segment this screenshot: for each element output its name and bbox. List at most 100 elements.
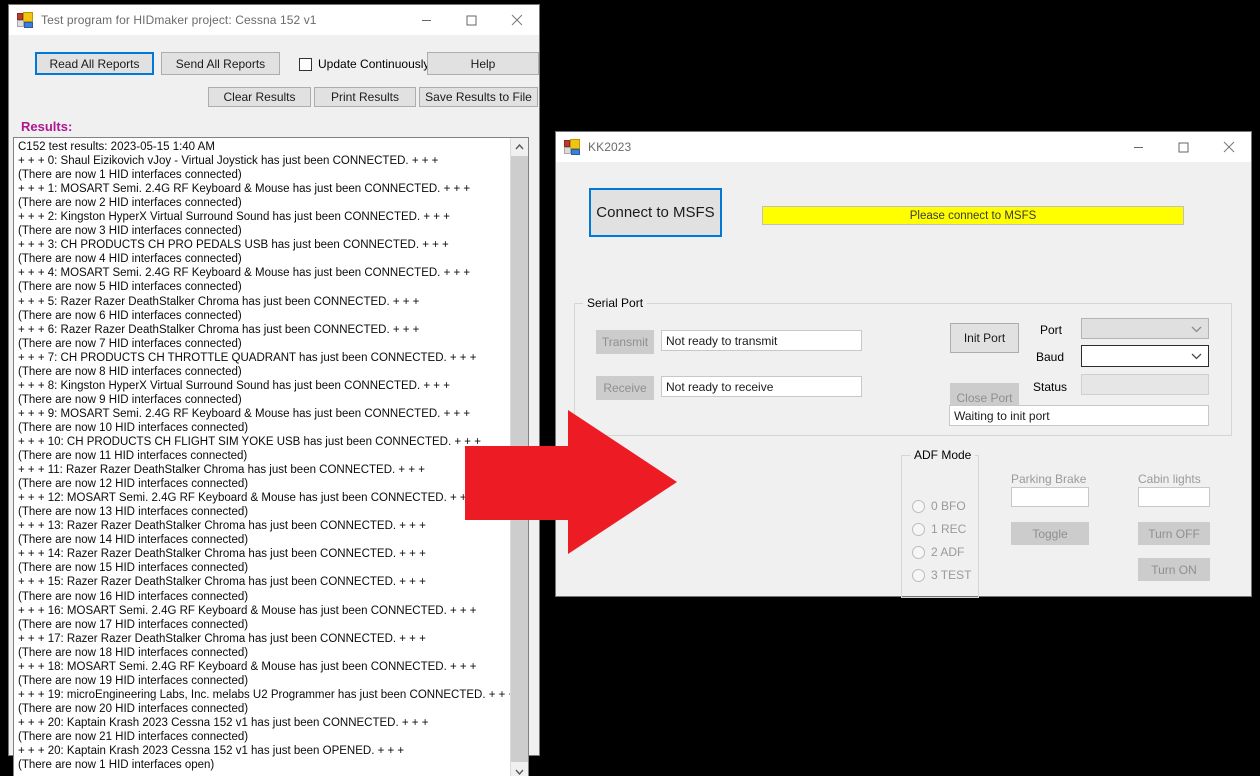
results-line: + + + 9: MOSART Semi. 2.4G RF Keyboard &… (18, 407, 471, 420)
red-right-arrow-icon (463, 406, 679, 558)
results-line: (There are now 7 HID interfaces connecte… (18, 337, 242, 350)
results-line: (There are now 21 HID interfaces connect… (18, 730, 249, 743)
results-line: + + + 13: Razer Razer DeathStalker Chrom… (18, 520, 426, 533)
adf-mode-option-3-label: 3 TEST (931, 568, 972, 582)
kk2023-window-title: KK2023 (588, 140, 632, 154)
baud-label: Baud (1036, 350, 1065, 364)
cabin-lights-turn-off-button[interactable]: Turn OFF (1138, 522, 1210, 545)
results-line: (There are now 6 HID interfaces connecte… (18, 309, 242, 322)
baud-combobox[interactable] (1081, 345, 1209, 367)
adf-mode-option-3[interactable]: 3 TEST (912, 568, 971, 582)
results-line: (There are now 1 HID interfaces open) (18, 759, 215, 772)
results-line-list: C152 test results: 2023-05-15 1:40 AM + +… (18, 140, 516, 772)
results-line: (There are now 13 HID interfaces connect… (18, 506, 249, 519)
port-combobox[interactable] (1081, 318, 1209, 339)
close-icon[interactable] (1206, 132, 1251, 162)
results-line: + + + 6: Razer Razer DeathStalker Chroma… (18, 323, 420, 336)
radio-icon[interactable] (912, 522, 925, 536)
results-line: + + + 3: CH PRODUCTS CH PRO PEDALS USB h… (18, 239, 449, 252)
results-line: + + + 19: microEngineering Labs, Inc. me… (18, 688, 516, 701)
results-line: (There are now 20 HID interfaces connect… (18, 702, 249, 715)
checkbox-box[interactable] (299, 57, 312, 71)
results-line: + + + 20: Kaptain Krash 2023 Cessna 152 … (18, 716, 429, 729)
read-all-reports-button[interactable]: Read All Reports (35, 52, 154, 75)
results-output-box[interactable]: C152 test results: 2023-05-15 1:40 AM + +… (13, 137, 529, 776)
kk2023-window-controls (1116, 132, 1251, 162)
results-line: C152 test results: 2023-05-15 1:40 AM (18, 141, 215, 153)
minimize-icon[interactable] (1116, 132, 1161, 162)
parking-brake-toggle-button[interactable]: Toggle (1011, 522, 1089, 545)
adf-mode-group-title: ADF Mode (910, 448, 976, 462)
cabin-lights-label: Cabin lights (1138, 472, 1201, 486)
chevron-down-icon (1191, 320, 1202, 338)
radio-icon[interactable] (912, 568, 925, 582)
results-line: (There are now 3 HID interfaces connecte… (18, 225, 242, 238)
results-line: + + + 12: MOSART Semi. 2.4G RF Keyboard … (18, 492, 477, 505)
results-line: + + + 15: Razer Razer DeathStalker Chrom… (18, 576, 426, 589)
results-line: (There are now 11 HID interfaces connect… (18, 450, 248, 463)
init-port-button[interactable]: Init Port (950, 323, 1019, 353)
main-window-client: Read All Reports Send All Reports Update… (9, 35, 539, 776)
port-state-field: Waiting to init port (949, 405, 1209, 426)
cabin-lights-turn-on-button[interactable]: Turn ON (1138, 558, 1210, 581)
adf-mode-group: ADF Mode 0 BFO 1 REC 2 ADF 3 TEST (901, 448, 979, 598)
results-line: (There are now 9 HID interfaces connecte… (18, 393, 242, 406)
update-continuously-checkbox[interactable]: Update Continuously (299, 57, 429, 71)
main-window-controls (404, 5, 539, 35)
kk2023-titlebar[interactable]: KK2023 (556, 132, 1251, 162)
port-label: Port (1040, 323, 1063, 337)
cabin-lights-field (1138, 487, 1210, 507)
results-line: + + + 14: Razer Razer DeathStalker Chrom… (18, 548, 426, 561)
adf-mode-option-0[interactable]: 0 BFO (912, 499, 966, 513)
results-line: + + + 11: Razer Razer DeathStalker Chrom… (18, 464, 425, 477)
help-button[interactable]: Help (427, 52, 539, 75)
results-line: (There are now 14 HID interfaces connect… (18, 534, 249, 547)
results-line: + + + 5: Razer Razer DeathStalker Chroma… (18, 295, 420, 308)
radio-icon[interactable] (912, 545, 925, 559)
results-line: + + + 2: Kingston HyperX Virtual Surroun… (18, 211, 450, 224)
hidmaker-test-window: Test program for HIDmaker project: Cessn… (8, 4, 540, 776)
scroll-up-icon[interactable] (511, 138, 528, 155)
results-line: (There are now 18 HID interfaces connect… (18, 646, 249, 659)
adf-mode-option-2[interactable]: 2 ADF (912, 545, 964, 559)
transmit-button[interactable]: Transmit (596, 330, 654, 354)
results-line: (There are now 12 HID interfaces connect… (18, 478, 249, 491)
update-continuously-label: Update Continuously (318, 57, 430, 71)
winforms-app-icon (17, 12, 33, 28)
radio-icon[interactable] (912, 499, 925, 513)
results-line: (There are now 17 HID interfaces connect… (18, 618, 249, 631)
scroll-down-icon[interactable] (511, 763, 528, 776)
transmit-status-field: Not ready to transmit (661, 330, 862, 351)
results-line: (There are now 15 HID interfaces connect… (18, 562, 249, 575)
results-line: (There are now 2 HID interfaces connecte… (18, 197, 242, 210)
adf-mode-option-1[interactable]: 1 REC (912, 522, 966, 536)
results-line: (There are now 8 HID interfaces connecte… (18, 365, 242, 378)
maximize-icon[interactable] (1161, 132, 1206, 162)
print-results-button[interactable]: Print Results (314, 87, 416, 107)
screenshot-root: Test program for HIDmaker project: Cessn… (0, 0, 1260, 776)
serial-port-group-title: Serial Port (583, 296, 648, 310)
parking-brake-label: Parking Brake (1011, 472, 1087, 486)
connect-to-msfs-button[interactable]: Connect to MSFS (589, 188, 722, 237)
close-icon[interactable] (494, 5, 539, 35)
serial-status-field (1081, 374, 1209, 395)
send-all-reports-button[interactable]: Send All Reports (161, 52, 280, 75)
receive-button[interactable]: Receive (596, 376, 654, 400)
winforms-app-icon (564, 139, 580, 155)
main-window-title: Test program for HIDmaker project: Cessn… (41, 13, 317, 27)
results-line: (There are now 4 HID interfaces connecte… (18, 253, 242, 266)
clear-results-button[interactable]: Clear Results (208, 87, 311, 107)
maximize-icon[interactable] (449, 5, 494, 35)
results-line: (There are now 5 HID interfaces connecte… (18, 281, 242, 294)
main-window-titlebar[interactable]: Test program for HIDmaker project: Cessn… (9, 5, 539, 35)
results-line: + + + 17: Razer Razer DeathStalker Chrom… (18, 632, 426, 645)
results-line: (There are now 19 HID interfaces connect… (18, 674, 249, 687)
chevron-down-icon (1191, 347, 1202, 365)
receive-status-field: Not ready to receive (661, 376, 862, 397)
status-label: Status (1033, 380, 1068, 394)
results-line: + + + 20: Kaptain Krash 2023 Cessna 152 … (18, 745, 405, 758)
minimize-icon[interactable] (404, 5, 449, 35)
results-line: + + + 4: MOSART Semi. 2.4G RF Keyboard &… (18, 267, 471, 280)
results-label: Results: (21, 119, 73, 134)
save-results-to-file-button[interactable]: Save Results to File (419, 87, 538, 107)
